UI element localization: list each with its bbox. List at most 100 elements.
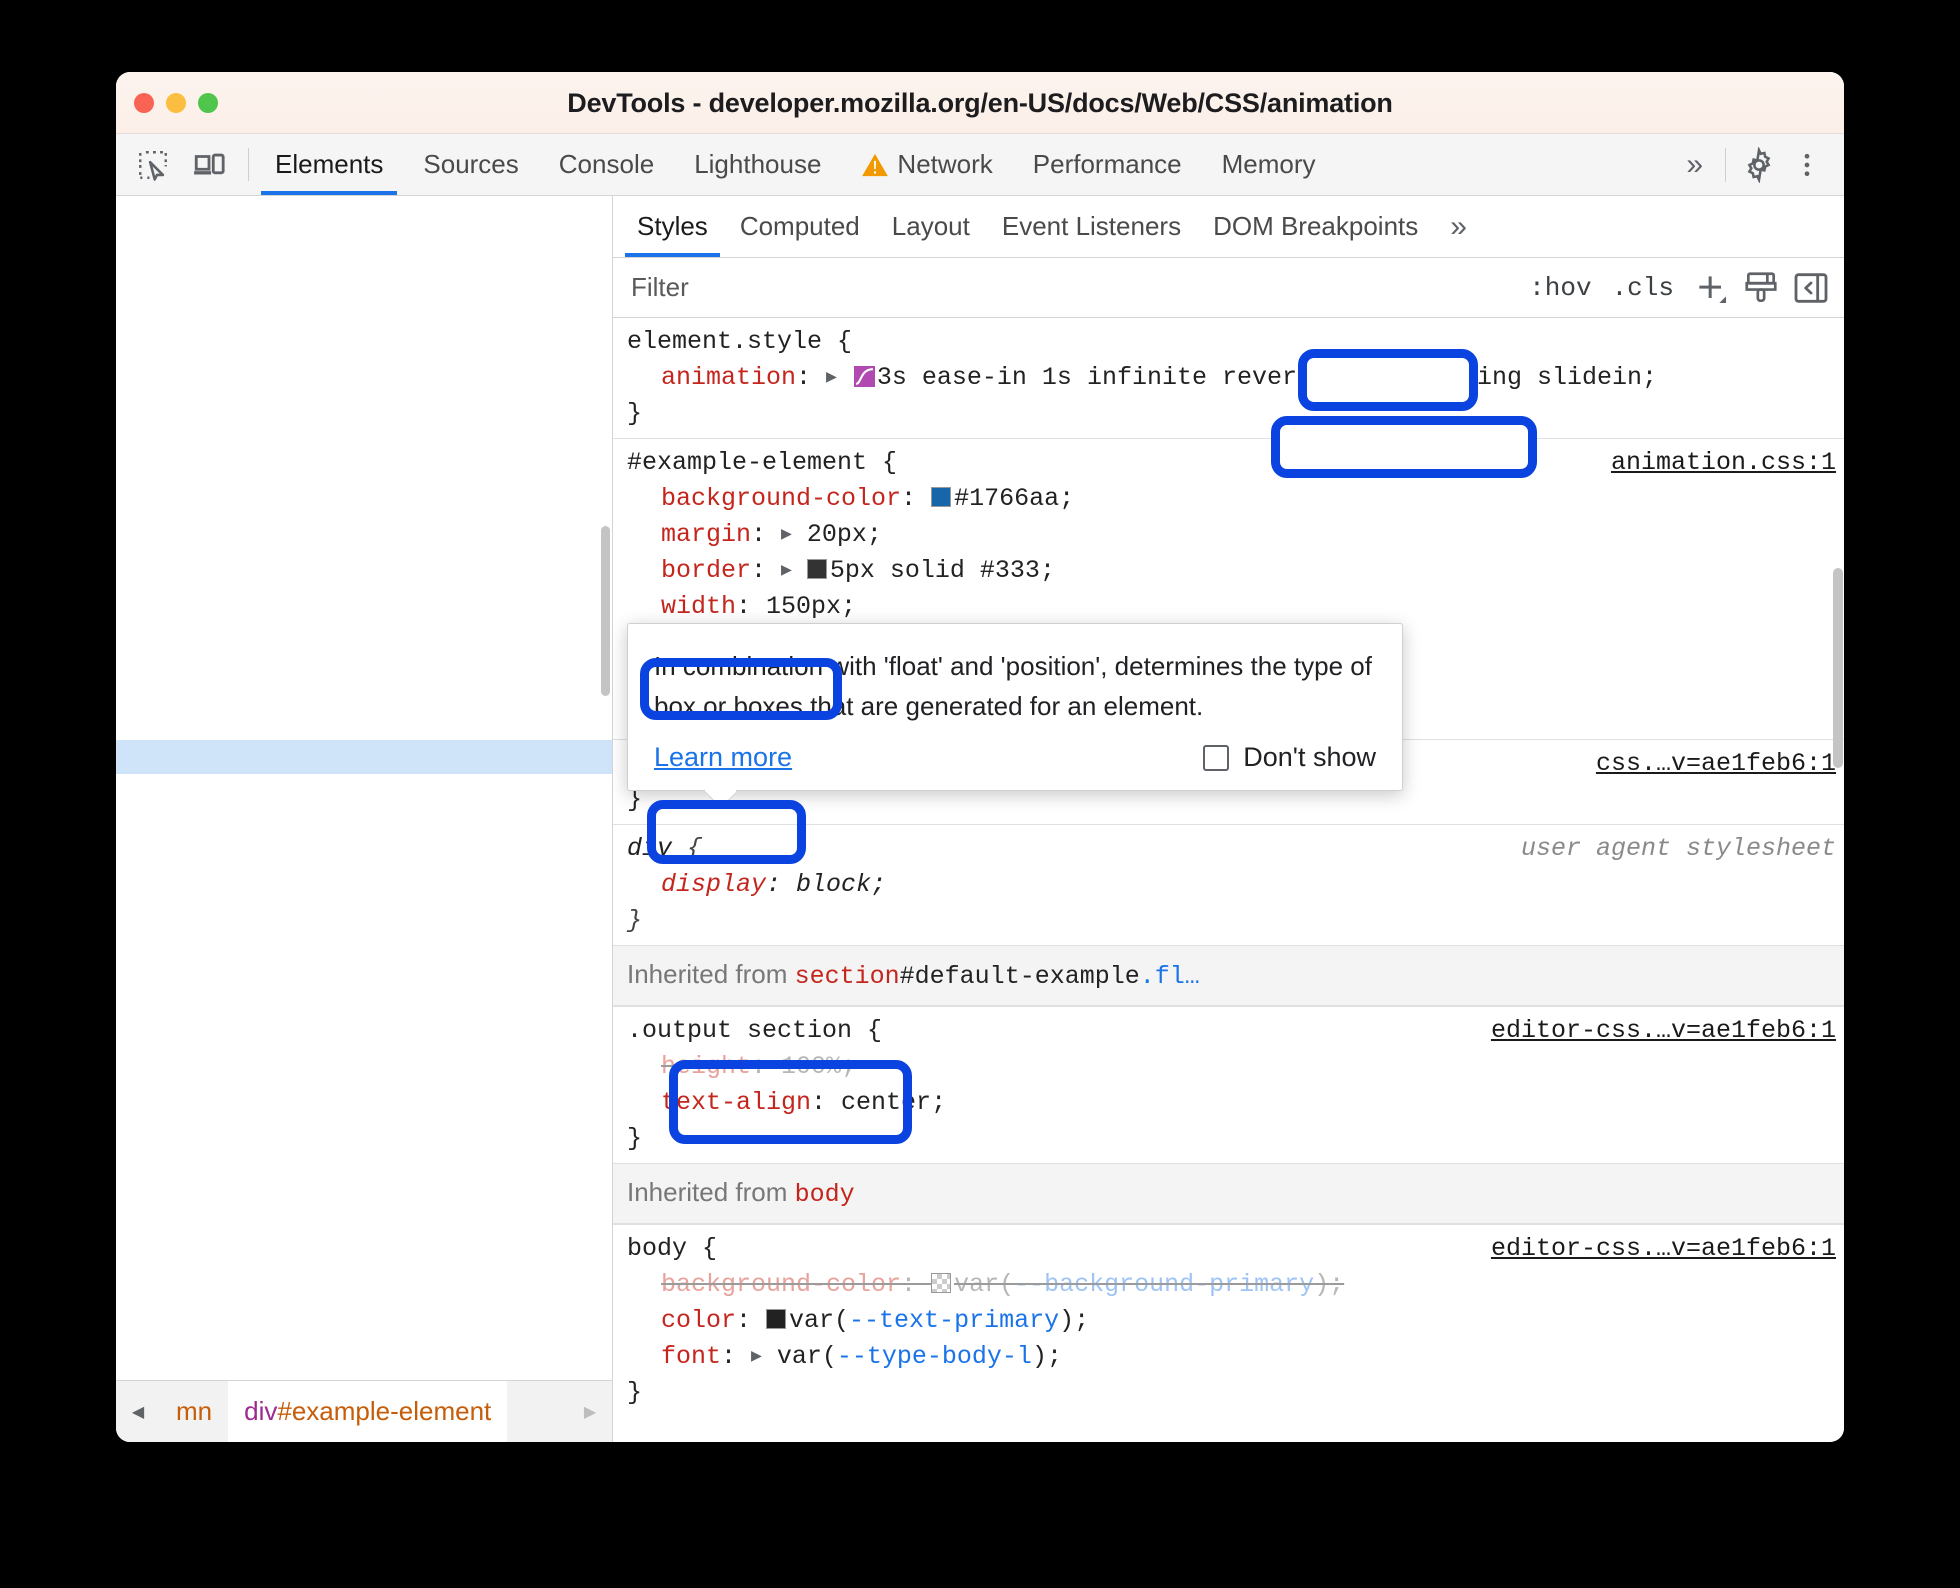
expand-shorthand-icon[interactable]: ▶ [826,360,837,396]
learn-more-link[interactable]: Learn more [654,742,792,773]
css-selector[interactable]: element.style [627,327,822,356]
hov-states-button[interactable]: :hov [1519,273,1601,303]
dom-tree-scroll[interactable]: #document<!DOCTYPE html><html lang="en">… [116,196,612,1380]
dom-tree-row[interactable]: <html lang="en"> [116,271,612,305]
styles-scrollbar-thumb[interactable] [1833,568,1843,768]
tab-performance[interactable]: Performance [1013,134,1202,195]
css-declaration[interactable]: animation: ▶ 3s ease-in 1s infinite reve… [613,360,1844,396]
css-property-value[interactable]: block [796,870,871,899]
css-selector[interactable]: #example-element [627,448,867,477]
tab-layout[interactable]: Layout [876,196,986,257]
dont-show-checkbox[interactable] [1203,744,1230,771]
tab-memory[interactable]: Memory [1202,134,1336,195]
css-property-value[interactable]: var(--type-body-l) [777,1342,1047,1371]
dom-tree-row[interactable]: <div class="output">…</div> [116,506,612,540]
device-toolbar-icon[interactable] [188,144,230,186]
dom-tree-row[interactable]: flex [116,439,612,473]
css-declaration[interactable]: background-color: var(--background-prima… [613,1267,1844,1303]
css-property-name[interactable]: animation [661,363,796,392]
css-property-value[interactable]: var(--text-primary) [789,1306,1074,1335]
css-declaration[interactable]: color: var(--text-primary); [613,1303,1844,1339]
css-property-name[interactable]: font [661,1342,721,1371]
stylesheet-source-link[interactable]: editor-css.…v=ae1feb6:1 [1491,1013,1836,1049]
css-declaration[interactable]: font: ▶ var(--type-body-l); [613,1339,1844,1375]
css-property-value[interactable]: center [841,1088,931,1117]
styles-scrollbar[interactable] [1833,318,1843,1442]
css-variable-token[interactable]: --text-primary [849,1306,1059,1335]
dom-tree-row[interactable]: <body> [116,338,612,372]
css-property-name[interactable]: border [661,556,751,585]
dom-tree-row[interactable]: text [116,640,612,674]
css-property-name[interactable]: width [661,592,736,621]
stylesheet-source-link[interactable]: css.…v=ae1feb6:1 [1596,746,1836,782]
gear-icon[interactable] [1738,144,1780,186]
tab-lighthouse[interactable]: Lighthouse [674,134,841,195]
dom-tree-row[interactable]: </body> [116,975,612,1009]
tab-event-listeners[interactable]: Event Listeners [986,196,1197,257]
dom-tree-row[interactable]: <div class="note">Code [116,874,612,908]
dom-tree-row[interactable]: </section> [116,841,612,875]
dom-tree-row[interactable]: <script></script> [116,941,612,975]
expand-shorthand-icon[interactable]: ▶ [751,1339,762,1375]
dom-tree-row[interactable]: </p> [116,774,612,808]
css-property-name[interactable]: margin [661,520,751,549]
kebab-menu-icon[interactable] [1786,144,1828,186]
expand-shorthand-icon[interactable]: ▶ [781,517,792,553]
color-swatch[interactable] [806,559,827,579]
breadcrumb-scroll-left-icon[interactable]: ◀ [116,1381,160,1442]
dom-tree-row[interactable]: <p> [116,707,612,741]
dom-tree-row[interactable]: <span></span> [116,606,612,640]
css-property-value[interactable]: 5px solid #333 [830,556,1040,585]
dom-tree-row[interactable]: <!DOCTYPE html> [116,238,612,272]
tab-computed[interactable]: Computed [724,196,876,257]
dom-tree-row[interactable]: </iframe> [116,1042,612,1076]
tab-network[interactable]: Network [841,134,1012,195]
stylesheet-source-link[interactable]: editor-css.…v=ae1feb6:1 [1491,1231,1836,1267]
sidebar-toggle-icon[interactable] [1788,265,1834,311]
filter-input[interactable] [621,265,1512,310]
css-declaration[interactable]: margin: ▶ 20px; [613,517,1844,553]
plus-icon[interactable] [1688,265,1734,311]
css-variable-token[interactable]: --background-primary [1014,1270,1314,1299]
color-swatch[interactable] [931,487,952,507]
dom-tree-row[interactable]: <section id="default-example" class="fle… [116,372,612,406]
css-declaration[interactable]: background-color: #1766aa; [613,481,1844,517]
dom-tree-scrollbar[interactable] [601,196,610,1380]
css-declaration[interactable]: width: 150px; [613,589,1844,625]
breadcrumb-scroll-right-icon[interactable]: ▶ [568,1381,612,1442]
css-property-value[interactable]: 20px [807,520,867,549]
inherited-selector-tag[interactable]: section [795,962,900,991]
css-property-name[interactable]: background-color [661,1270,901,1299]
css-property-name[interactable]: height [661,1052,751,1081]
dom-tree-row[interactable]: <div> [116,673,612,707]
easing-editor-icon[interactable] [853,363,875,387]
dom-tree-row[interactable]: </html> [116,1008,612,1042]
cls-classes-button[interactable]: .cls [1602,273,1684,303]
paintbrush-icon[interactable] [1738,265,1784,311]
css-declaration[interactable]: display: block; [613,867,1844,903]
css-property-value[interactable]: 150px [766,592,841,621]
inspect-element-icon[interactable] [132,144,174,186]
stylesheet-source-link[interactable]: animation.css:1 [1611,445,1836,481]
dom-tree-row[interactable]: <script></script> [116,908,612,942]
css-selector[interactable]: div [627,834,672,863]
css-rules-list[interactable]: element.style {animation: ▶ 3s ease-in 1… [613,318,1844,1442]
css-property-name[interactable]: display [661,870,766,899]
css-declaration[interactable]: height: 100%; [613,1049,1844,1085]
css-property-value[interactable]: var(--background-primary) [954,1270,1329,1299]
css-property-value[interactable]: 3s ease-in 1s infinite reverse both runn… [877,363,1642,392]
dom-tree-row[interactable]: <noscript>…</noscript> [116,472,612,506]
dom-tree-row[interactable]: <header>…</header> [116,405,612,439]
css-declaration[interactable]: text-align: center; [613,1085,1844,1121]
tab-dom-breakpoints[interactable]: DOM Breakpoints [1197,196,1434,257]
color-swatch[interactable] [766,1309,787,1329]
css-property-name[interactable]: color [661,1306,736,1335]
css-property-value[interactable]: #1766aa [954,484,1059,513]
css-selector[interactable]: body [627,1234,687,1263]
dom-tree-row[interactable]: </div> [116,807,612,841]
expand-shorthand-icon[interactable]: ▶ [781,553,792,589]
tab-elements[interactable]: Elements [255,134,403,195]
breadcrumb-item-div-example-element[interactable]: div #example-element [228,1381,508,1442]
more-tabs-chevron-icon[interactable]: » [1676,149,1713,180]
tab-styles[interactable]: Styles [621,196,724,257]
